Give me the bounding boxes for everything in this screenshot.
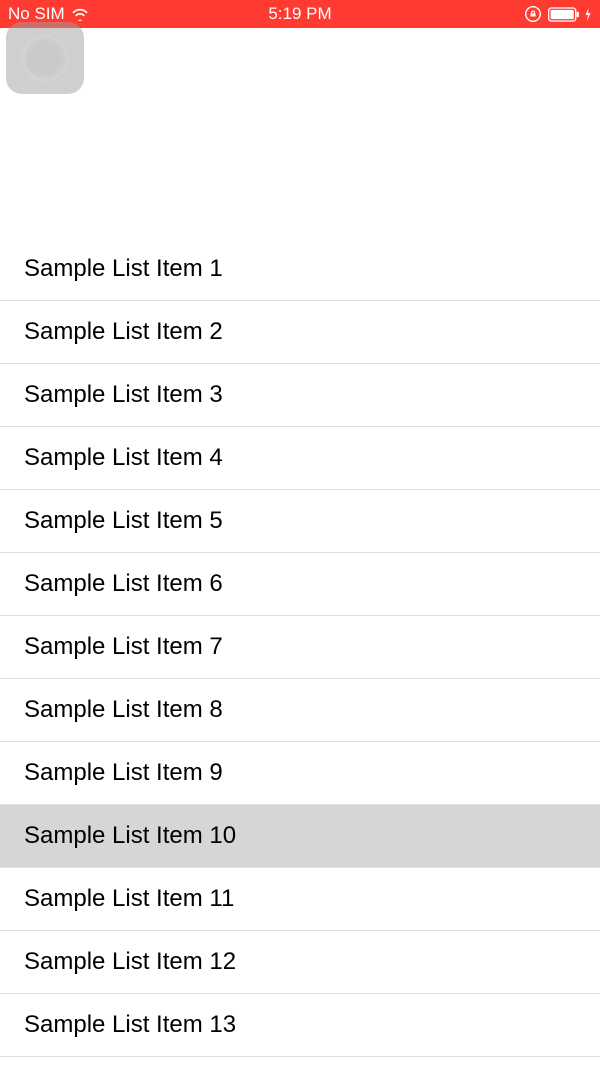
list-item-label: Sample List Item 9 <box>24 759 223 787</box>
status-bar-time: 5:19 PM <box>268 4 331 24</box>
list-item-label: Sample List Item 5 <box>24 507 223 535</box>
list-item-label: Sample List Item 11 <box>24 885 234 913</box>
list-item[interactable]: Sample List Item 12 <box>0 931 600 994</box>
content-area: Sample List Item 1 Sample List Item 2 Samp… <box>0 28 600 1067</box>
assistive-touch-button[interactable] <box>6 22 84 94</box>
list-item[interactable]: Sample List Item 10 <box>0 805 600 868</box>
list-item-label: Sample List Item 3 <box>24 381 223 409</box>
list-item-label: Sample List Item 2 <box>24 318 223 346</box>
assistive-touch-inner-circle <box>21 34 69 82</box>
list-item-label: Sample List Item 1 <box>24 255 223 283</box>
sample-list[interactable]: Sample List Item 1 Sample List Item 2 Samp… <box>0 238 600 1057</box>
list-item-label: Sample List Item 10 <box>24 822 236 850</box>
list-item[interactable]: Sample List Item 5 <box>0 490 600 553</box>
list-item-label: Sample List Item 6 <box>24 570 223 598</box>
wifi-icon <box>71 7 89 21</box>
list-item[interactable]: Sample List Item 4 <box>0 427 600 490</box>
list-item-label: Sample List Item 12 <box>24 948 236 976</box>
status-bar: No SIM 5:19 PM <box>0 0 600 28</box>
list-item[interactable]: Sample List Item 7 <box>0 616 600 679</box>
battery-icon <box>548 7 592 22</box>
list-item[interactable]: Sample List Item 2 <box>0 301 600 364</box>
carrier-label: No SIM <box>8 4 65 24</box>
list-item[interactable]: Sample List Item 1 <box>0 238 600 301</box>
status-bar-left: No SIM <box>8 4 89 24</box>
list-item[interactable]: Sample List Item 13 <box>0 994 600 1057</box>
list-item[interactable]: Sample List Item 6 <box>0 553 600 616</box>
list-item[interactable]: Sample List Item 9 <box>0 742 600 805</box>
orientation-lock-icon <box>524 5 542 23</box>
list-item[interactable]: Sample List Item 8 <box>0 679 600 742</box>
list-item-label: Sample List Item 8 <box>24 696 223 724</box>
header-spacer <box>0 28 600 238</box>
list-item-label: Sample List Item 7 <box>24 633 223 661</box>
list-item[interactable]: Sample List Item 3 <box>0 364 600 427</box>
list-item-label: Sample List Item 13 <box>24 1011 236 1039</box>
status-bar-right <box>524 5 592 23</box>
list-item[interactable]: Sample List Item 11 <box>0 868 600 931</box>
list-item-label: Sample List Item 4 <box>24 444 223 472</box>
